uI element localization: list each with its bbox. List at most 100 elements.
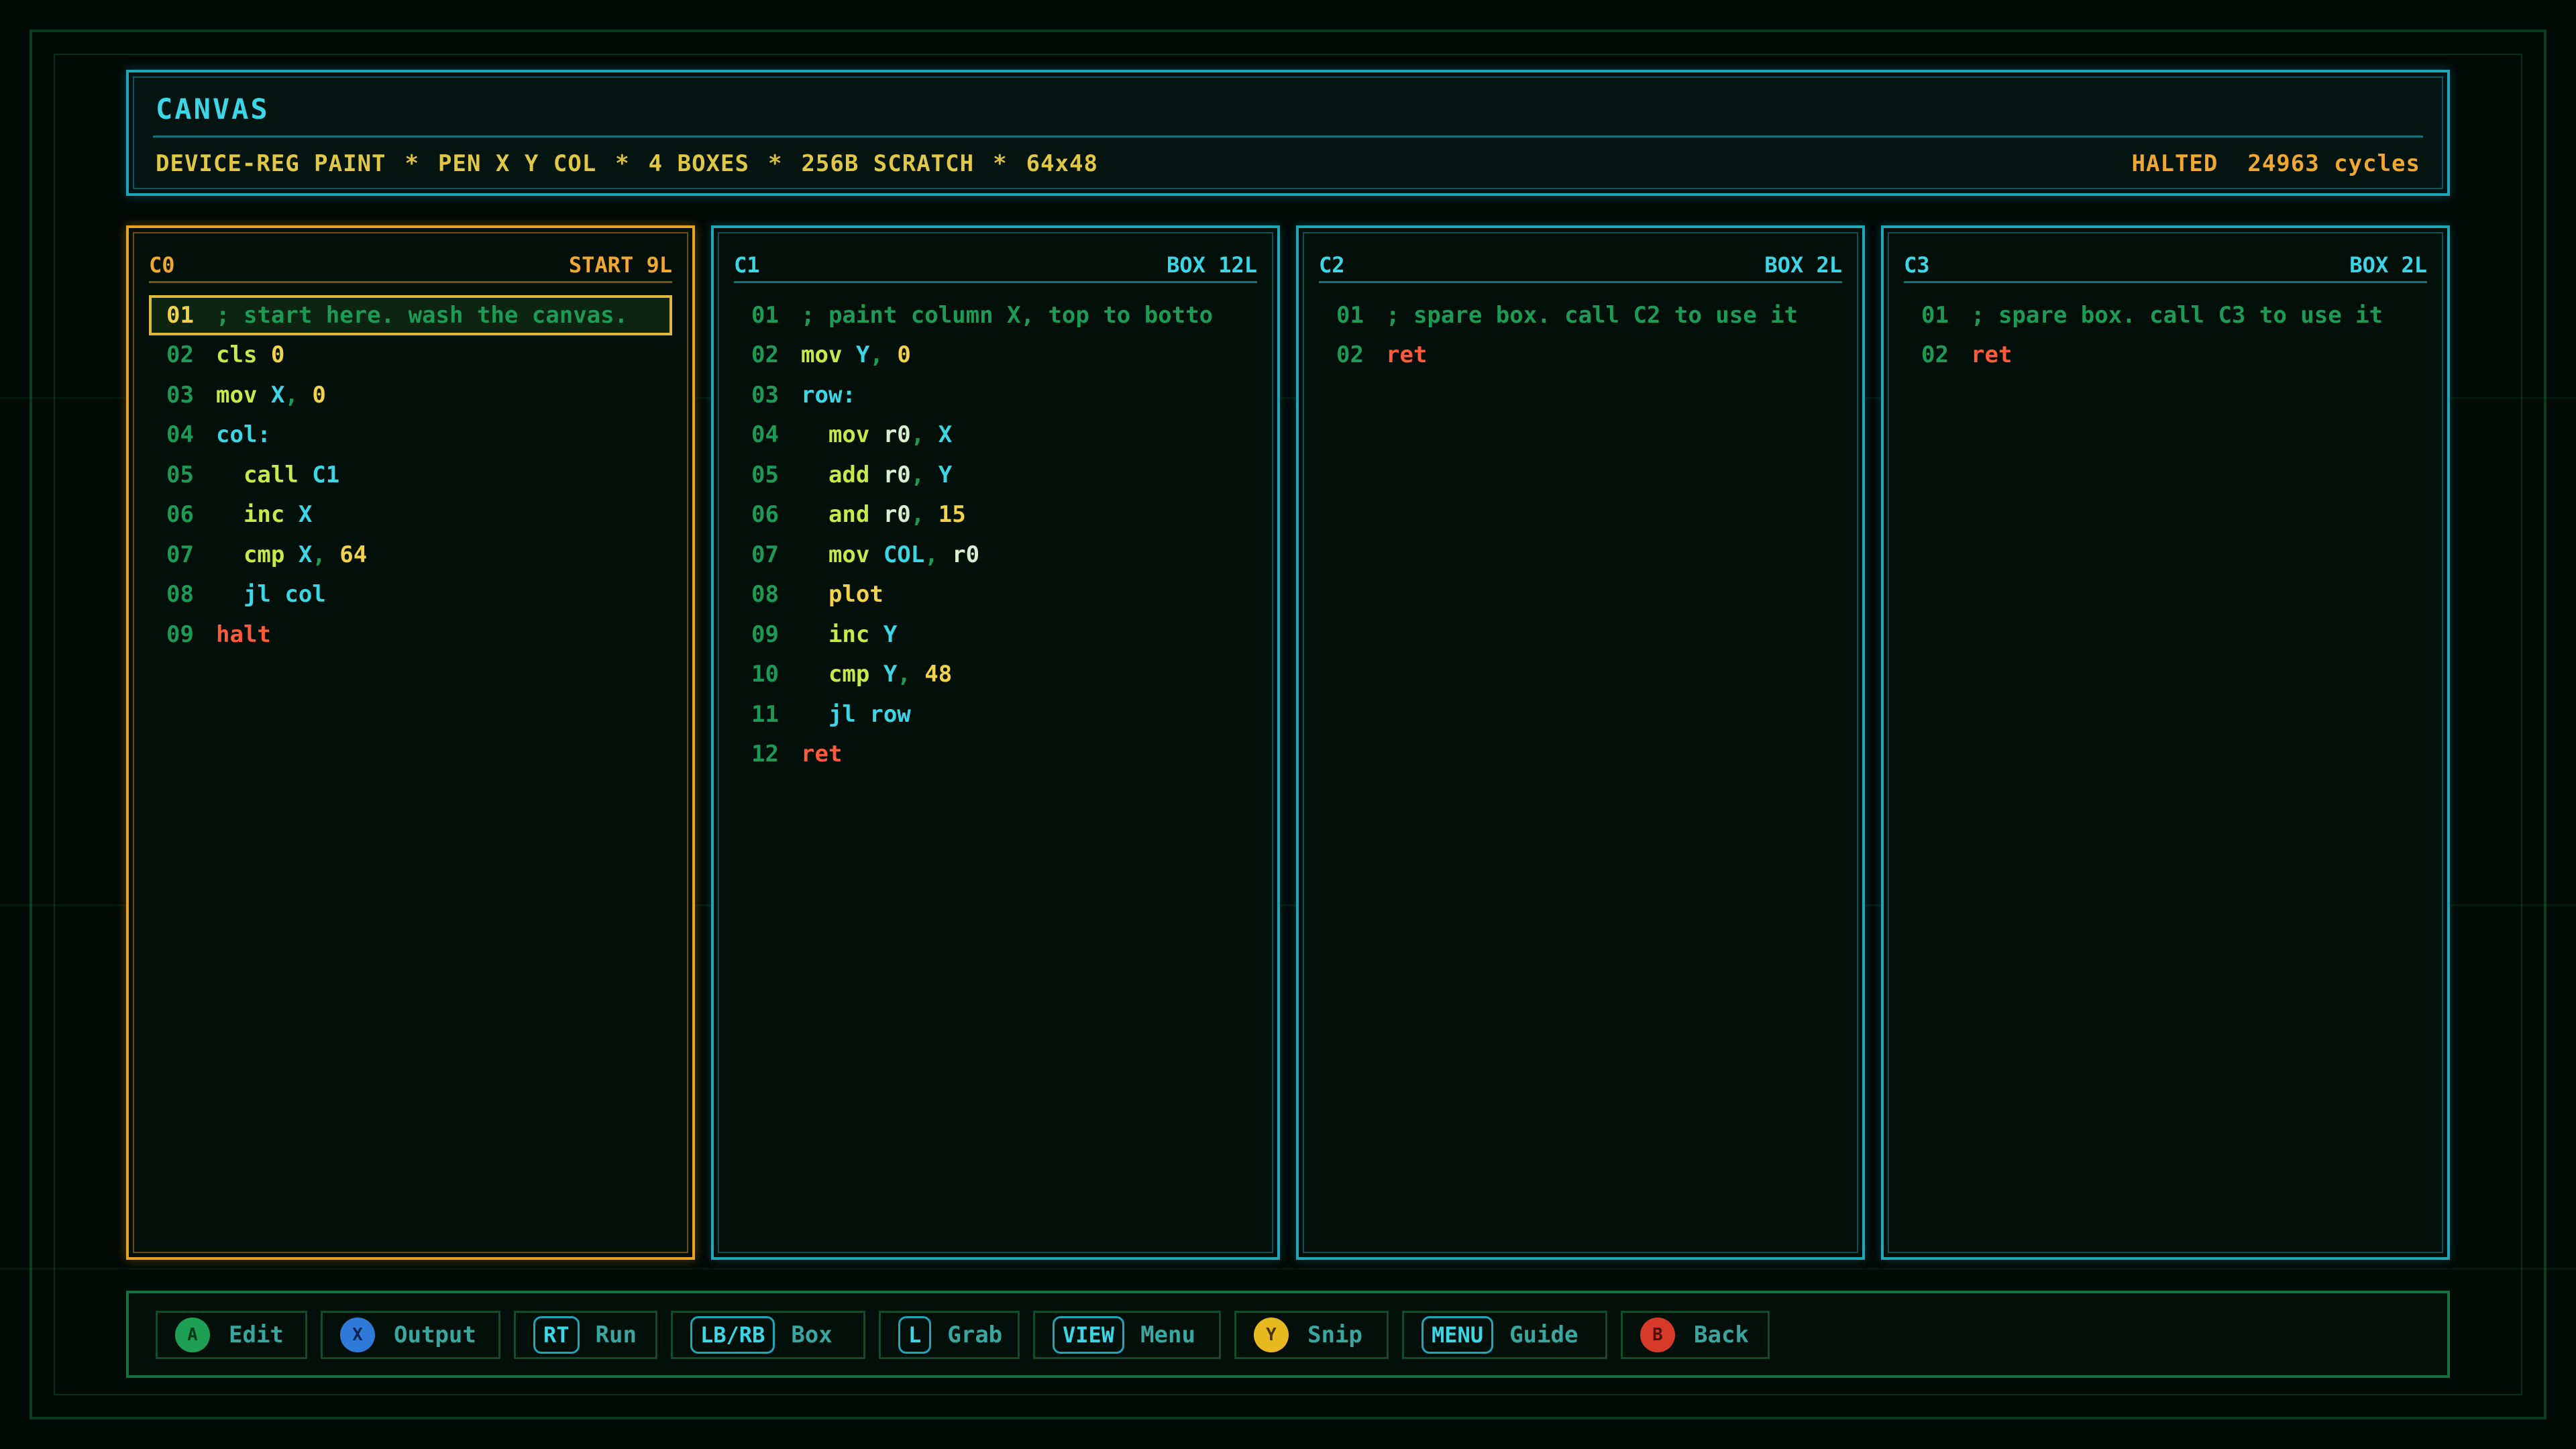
code-line[interactable]: 06 and r0, 15 [734, 495, 1257, 535]
line-number: 08 [751, 581, 779, 608]
code-line[interactable]: 01 ; spare box. call C3 to use it [1904, 295, 2427, 335]
line-number: 03 [166, 381, 194, 409]
line-number: 02 [1336, 341, 1364, 369]
code-lines: 01 ; spare box. call C3 to use it 02 ret [1904, 295, 2427, 375]
code-token: cmp [801, 661, 883, 688]
line-number: 01 [1921, 301, 1949, 329]
code-token: Y [938, 461, 953, 488]
code-token: Y [883, 661, 898, 688]
code-box-c0[interactable]: C0 START 9L 01 ; start here. wash the can… [126, 225, 695, 1260]
code-box-c2[interactable]: C2 BOX 2L 01 ; spare box. call C2 to use … [1296, 225, 1865, 1260]
button-label: Grab [947, 1322, 1003, 1348]
spec-separator: * [993, 150, 1008, 177]
code-token: r0 [883, 461, 911, 488]
code-line[interactable]: 05 add r0, Y [734, 455, 1257, 495]
line-number: 01 [751, 301, 779, 329]
code-line[interactable]: 10 cmp Y, 48 [734, 655, 1257, 695]
code-box-c1[interactable]: C1 BOX 12L 01 ; paint column X, top to bo… [711, 225, 1280, 1260]
grab-button[interactable]: L Grab [879, 1311, 1020, 1359]
y-button-icon: Y [1254, 1318, 1289, 1352]
code-line[interactable]: 09 halt [149, 614, 672, 655]
box-tag: BOX 2L [2349, 252, 2427, 278]
box-button[interactable]: LB/RB Box [671, 1311, 865, 1359]
code-line[interactable]: 07 mov COL, r0 [734, 535, 1257, 575]
code-line[interactable]: 07 cmp X, 64 [149, 535, 672, 575]
code-line[interactable]: 04 col: [149, 415, 672, 455]
code-token: ret [801, 741, 843, 768]
code-token: halt [216, 621, 271, 648]
button-label: Back [1694, 1322, 1749, 1348]
code-line[interactable]: 06 inc X [149, 495, 672, 535]
code-line[interactable]: 01 ; spare box. call C2 to use it [1319, 295, 1842, 335]
output-button[interactable]: X Output [321, 1311, 500, 1359]
back-button[interactable]: B Back [1621, 1311, 1770, 1359]
code-token: mov [801, 541, 883, 568]
code-line-selected[interactable]: 01 ; start here. wash the canvas. [149, 295, 672, 335]
code-token: ; start here. wash the canvas. [216, 301, 629, 329]
code-token: , [284, 381, 313, 409]
code-line[interactable]: 02 ret [1904, 335, 2427, 376]
code-lines: 01 ; paint column X, top to botto 02 mov Y,… [734, 295, 1257, 774]
run-button[interactable]: RT Run [514, 1311, 657, 1359]
code-token: ; spare box. call C2 to use it [1386, 301, 1799, 329]
header-panel: CANVAS DEVICE-REG PAINT * PEN X Y COL * … [126, 70, 2450, 196]
a-button-icon: A [175, 1318, 210, 1352]
controls-bar: A Edit X Output RT Run LB/RB Box L Grab … [126, 1291, 2450, 1378]
spec-item: 256B SCRATCH [801, 150, 975, 177]
spec-item: 64x48 [1026, 150, 1098, 177]
code-line[interactable]: 03 mov X, 0 [149, 375, 672, 415]
code-token: X [270, 381, 285, 409]
button-label: Guide [1509, 1322, 1578, 1348]
code-token: ret [1971, 341, 2012, 369]
box-tag: START 9L [568, 252, 672, 278]
code-token: C1 [312, 461, 340, 488]
code-token: and [801, 501, 883, 529]
code-token: ; paint column X, top to botto [801, 301, 1214, 329]
code-lines: 01 ; spare box. call C2 to use it 02 ret [1319, 295, 1842, 375]
code-token: Y [883, 621, 898, 648]
button-label: Edit [229, 1322, 284, 1348]
view-button-icon: VIEW [1053, 1316, 1125, 1354]
code-box-c3[interactable]: C3 BOX 2L 01 ; spare box. call C3 to use … [1881, 225, 2450, 1260]
line-number: 05 [166, 461, 194, 488]
button-label: Box [791, 1322, 833, 1348]
code-line[interactable]: 08 jl col [149, 575, 672, 615]
line-number: 06 [751, 501, 779, 529]
edit-button[interactable]: A Edit [156, 1311, 307, 1359]
line-number: 09 [751, 621, 779, 648]
spec-separator: * [405, 150, 419, 177]
spec-item: 4 BOXES [648, 150, 749, 177]
code-token: ret [1386, 341, 1428, 369]
code-line[interactable]: 01 ; paint column X, top to botto [734, 295, 1257, 335]
code-token: r0 [883, 421, 911, 449]
box-header: C1 BOX 12L [734, 248, 1257, 283]
code-line[interactable]: 08 plot [734, 575, 1257, 615]
line-number: 10 [751, 661, 779, 688]
code-line[interactable]: 04 mov r0, X [734, 415, 1257, 455]
menu-button-icon: MENU [1421, 1316, 1494, 1354]
menu-button[interactable]: VIEW Menu [1033, 1311, 1221, 1359]
spec-line: DEVICE-REG PAINT * PEN X Y COL * 4 BOXES… [156, 150, 1098, 177]
code-line[interactable]: 09 inc Y [734, 614, 1257, 655]
line-number: 07 [751, 541, 779, 568]
box-header: C3 BOX 2L [1904, 248, 2427, 283]
code-token: 0 [270, 341, 285, 369]
line-number: 09 [166, 621, 194, 648]
code-line[interactable]: 05 call C1 [149, 455, 672, 495]
code-line[interactable]: 12 ret [734, 735, 1257, 775]
code-line[interactable]: 02 mov Y, 0 [734, 335, 1257, 376]
line-number: 02 [166, 341, 194, 369]
code-line[interactable]: 03 row: [734, 375, 1257, 415]
line-number: 02 [751, 341, 779, 369]
code-token: , [924, 541, 953, 568]
x-button-icon: X [340, 1318, 375, 1352]
page-title: CANVAS [156, 93, 270, 125]
code-line[interactable]: 02 cls 0 [149, 335, 672, 376]
code-line[interactable]: 02 ret [1319, 335, 1842, 376]
code-line[interactable]: 11 jl row [734, 694, 1257, 735]
box-header: C0 START 9L [149, 248, 672, 283]
code-token: mov [801, 341, 856, 369]
line-number: 06 [166, 501, 194, 529]
snip-button[interactable]: Y Snip [1234, 1311, 1389, 1359]
guide-button[interactable]: MENU Guide [1402, 1311, 1607, 1359]
